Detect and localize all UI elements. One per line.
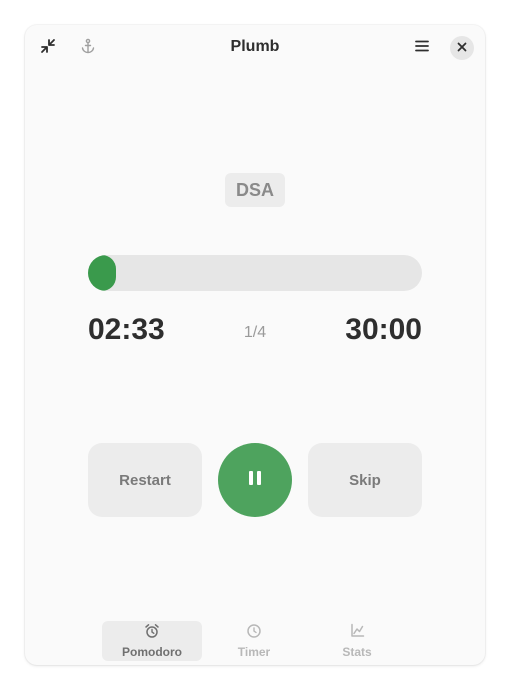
skip-button[interactable]: Skip bbox=[308, 443, 422, 517]
session-duration: 30:00 bbox=[345, 313, 422, 346]
chart-axes-icon bbox=[349, 623, 365, 644]
hamburger-menu-icon bbox=[414, 38, 430, 59]
nav-item-timer[interactable]: Timer bbox=[204, 621, 304, 661]
nav-label-timer: Timer bbox=[237, 645, 271, 659]
main-menu-button[interactable] bbox=[408, 34, 436, 62]
clock-icon bbox=[246, 623, 262, 644]
session-tag[interactable]: DSA bbox=[225, 173, 285, 207]
pause-icon bbox=[248, 470, 262, 490]
nav-label-stats: Stats bbox=[342, 645, 372, 659]
progress-bar bbox=[88, 255, 422, 291]
close-button[interactable] bbox=[450, 36, 474, 60]
alarm-clock-icon bbox=[144, 623, 160, 644]
restart-button[interactable]: Restart bbox=[88, 443, 202, 517]
header-bar: Plumb bbox=[25, 25, 485, 71]
progress-fill bbox=[88, 255, 117, 291]
nav-item-pomodoro[interactable]: Pomodoro bbox=[102, 621, 202, 661]
pause-button[interactable] bbox=[218, 443, 292, 517]
close-icon bbox=[457, 39, 467, 57]
nav-label-pomodoro: Pomodoro bbox=[122, 645, 182, 659]
bottom-navigation: Pomodoro Timer Stats bbox=[25, 621, 485, 661]
app-window: Plumb DSA 02:33 1/4 30:00 Restart Skip P… bbox=[25, 25, 485, 665]
nav-item-stats[interactable]: Stats bbox=[307, 621, 407, 661]
